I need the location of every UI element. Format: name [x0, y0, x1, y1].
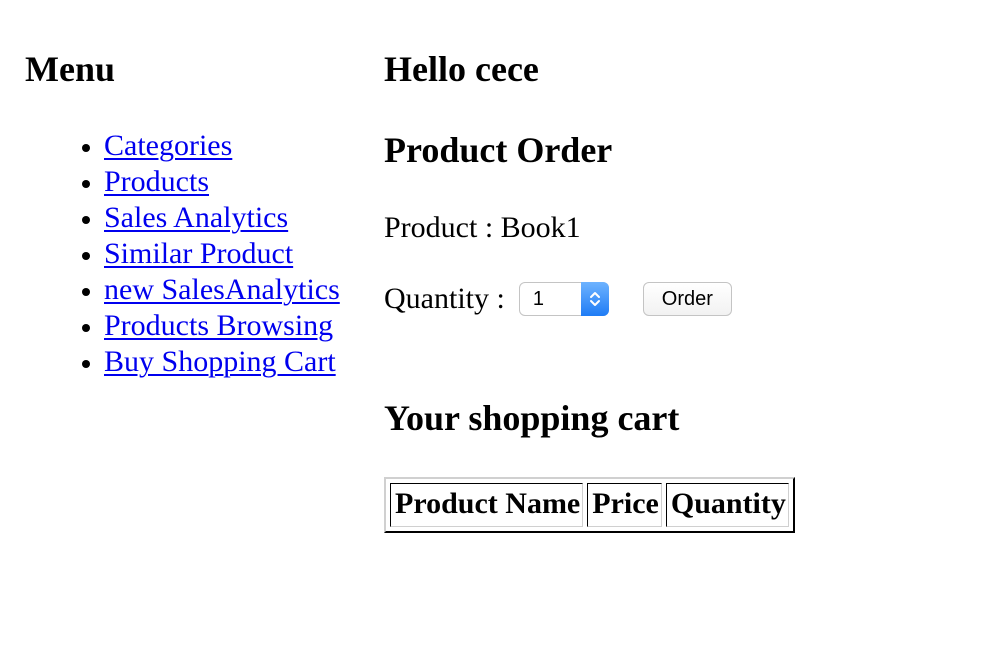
shopping-cart-heading: Your shopping cart: [384, 398, 680, 438]
table-header-row: Product Name Price Quantity: [390, 483, 789, 527]
column-price: Price: [587, 483, 662, 527]
sidebar-menu: Menu Categories Products Sales Analytics…: [25, 48, 375, 380]
product-label: Product :: [384, 211, 501, 244]
quantity-select[interactable]: 1: [518, 282, 609, 316]
menu-item-buy-shopping-cart: Buy Shopping Cart: [104, 344, 375, 380]
menu-list: Categories Products Sales Analytics Simi…: [25, 128, 375, 380]
menu-item-categories: Categories: [104, 128, 375, 164]
order-button[interactable]: Order: [642, 282, 732, 316]
product-value: Book1: [500, 211, 581, 244]
greeting-heading: Hello cece: [384, 49, 539, 89]
column-product-name: Product Name: [390, 483, 584, 527]
menu-item-products: Products: [104, 164, 375, 200]
sales-analytics-link[interactable]: Sales Analytics: [104, 201, 288, 234]
quantity-label: Quantity :: [384, 282, 505, 315]
column-quantity: Quantity: [665, 483, 789, 527]
menu-item-sales-analytics: Sales Analytics: [104, 200, 375, 236]
product-order-heading: Product Order: [384, 130, 613, 170]
menu-item-similar-product: Similar Product: [104, 236, 375, 272]
categories-link[interactable]: Categories: [104, 129, 232, 162]
buy-shopping-cart-link[interactable]: Buy Shopping Cart: [104, 345, 336, 378]
quantity-row: Quantity : 1 Order: [384, 281, 732, 317]
menu-item-new-sales-analytics: new SalesAnalytics: [104, 272, 375, 308]
menu-item-products-browsing: Products Browsing: [104, 308, 375, 344]
shopping-cart-table: Product Name Price Quantity: [384, 477, 795, 533]
select-stepper-icon: [580, 282, 609, 316]
products-link[interactable]: Products: [104, 165, 209, 198]
menu-title: Menu: [25, 49, 115, 89]
new-sales-analytics-link[interactable]: new SalesAnalytics: [104, 273, 340, 306]
product-line: Product : Book1: [384, 210, 581, 246]
similar-product-link[interactable]: Similar Product: [104, 237, 293, 270]
page: Menu Categories Products Sales Analytics…: [0, 0, 996, 662]
products-browsing-link[interactable]: Products Browsing: [104, 309, 333, 342]
chevron-up-down-icon: [589, 292, 600, 306]
